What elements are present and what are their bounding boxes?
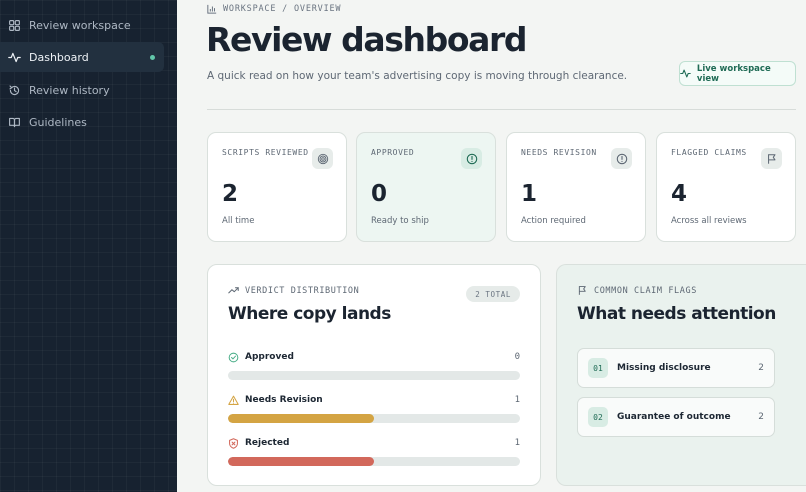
verdict-track (228, 414, 520, 423)
flag-index: 01 (588, 358, 608, 378)
verdict-row-approved: Approved 0 (228, 350, 520, 384)
shield-x-icon (229, 437, 238, 449)
stat-value: 0 (371, 181, 388, 207)
info-circle-icon (611, 148, 632, 169)
flag-icon (761, 148, 782, 169)
sidebar-item-review-workspace[interactable]: Review workspace (0, 10, 164, 40)
sidebar: Review workspace Dashboard Review histor… (0, 0, 177, 492)
verdict-bar (228, 457, 374, 466)
verdict-label: Rejected (245, 438, 290, 448)
flag-item[interactable]: 02 Guarantee of outcome 2 (577, 397, 775, 437)
stat-footnote: All time (222, 216, 255, 226)
total-badge: 2 TOTAL (466, 286, 520, 302)
grid-icon (9, 19, 20, 31)
flag-label: Missing disclosure (617, 363, 711, 373)
sidebar-item-label: Review history (29, 83, 110, 97)
stat-footnote: Action required (521, 216, 586, 226)
sidebar-item-review-history[interactable]: Review history (0, 75, 164, 105)
stat-label: APPROVED (371, 148, 415, 157)
stat-value: 4 (671, 181, 688, 207)
sidebar-item-label: Guidelines (29, 115, 87, 129)
verdict-track (228, 457, 520, 466)
stat-card-needs-revision: NEEDS REVISION 1 Action required (506, 132, 646, 242)
stat-card-scripts-reviewed: SCRIPTS REVIEWED 2 All time (207, 132, 347, 242)
breadcrumb-text: WORKSPACE / OVERVIEW (223, 4, 342, 14)
target-icon (312, 148, 333, 169)
stat-label: FLAGGED CLAIMS (671, 148, 747, 157)
activity-icon (8, 52, 21, 62)
verdict-label: Needs Revision (245, 395, 323, 405)
flag-label: Guarantee of outcome (617, 412, 731, 422)
warning-icon (228, 395, 239, 405)
flag-item[interactable]: 01 Missing disclosure 2 (577, 348, 775, 388)
flag-icon (578, 286, 586, 295)
verdict-row-rejected: Rejected 1 (228, 436, 520, 470)
history-icon (9, 84, 20, 95)
verdict-track (228, 371, 520, 380)
sidebar-item-label: Review workspace (29, 18, 131, 32)
stat-value: 2 (222, 181, 239, 207)
stat-card-approved: APPROVED 0 Ready to ship (356, 132, 496, 242)
page-subtitle: A quick read on how your team's advertis… (207, 70, 628, 82)
flag-count: 2 (758, 412, 764, 422)
live-button-label: Live workspace view (696, 63, 771, 84)
verdict-distribution-panel: VERDICT DISTRIBUTION 2 TOTAL Where copy … (207, 264, 541, 486)
active-indicator-dot (150, 55, 155, 60)
page-title: Review dashboard (206, 20, 527, 59)
panel-title: Where copy lands (228, 304, 391, 324)
verdict-bar (228, 414, 374, 423)
panel-kicker: VERDICT DISTRIBUTION (228, 285, 359, 296)
activity-icon (680, 69, 691, 78)
stat-footnote: Ready to ship (371, 216, 429, 226)
verdict-label: Approved (245, 352, 294, 362)
common-claim-flags-panel: COMMON CLAIM FLAGS What needs attention … (556, 264, 806, 486)
verdict-count: 1 (514, 395, 520, 405)
book-icon (9, 117, 20, 127)
stat-label: SCRIPTS REVIEWED (222, 148, 309, 157)
stat-label: NEEDS REVISION (521, 148, 597, 157)
header-divider (207, 109, 796, 110)
flag-index: 02 (588, 407, 608, 427)
alert-circle-icon (461, 148, 482, 169)
panel-kicker: COMMON CLAIM FLAGS (577, 285, 697, 296)
stat-footnote: Across all reviews (671, 216, 747, 226)
breadcrumb: WORKSPACE / OVERVIEW (207, 3, 341, 15)
stat-card-flagged-claims: FLAGGED CLAIMS 4 Across all reviews (656, 132, 796, 242)
trending-up-icon (228, 287, 239, 294)
panel-title: What needs attention (577, 304, 776, 324)
stat-value: 1 (521, 181, 538, 207)
verdict-count: 1 (514, 438, 520, 448)
sidebar-item-dashboard[interactable]: Dashboard (0, 42, 164, 72)
live-workspace-view-button[interactable]: Live workspace view (679, 61, 796, 86)
check-circle-icon (228, 352, 239, 362)
panel-kicker-text: VERDICT DISTRIBUTION (245, 285, 360, 296)
verdict-row-needs-revision: Needs Revision 1 (228, 393, 520, 427)
panel-kicker-text: COMMON CLAIM FLAGS (594, 285, 697, 296)
flag-count: 2 (758, 363, 764, 373)
bar-chart-icon (207, 4, 217, 14)
sidebar-item-label: Dashboard (29, 50, 89, 64)
verdict-count: 0 (514, 352, 520, 362)
sidebar-item-guidelines[interactable]: Guidelines (0, 107, 164, 137)
